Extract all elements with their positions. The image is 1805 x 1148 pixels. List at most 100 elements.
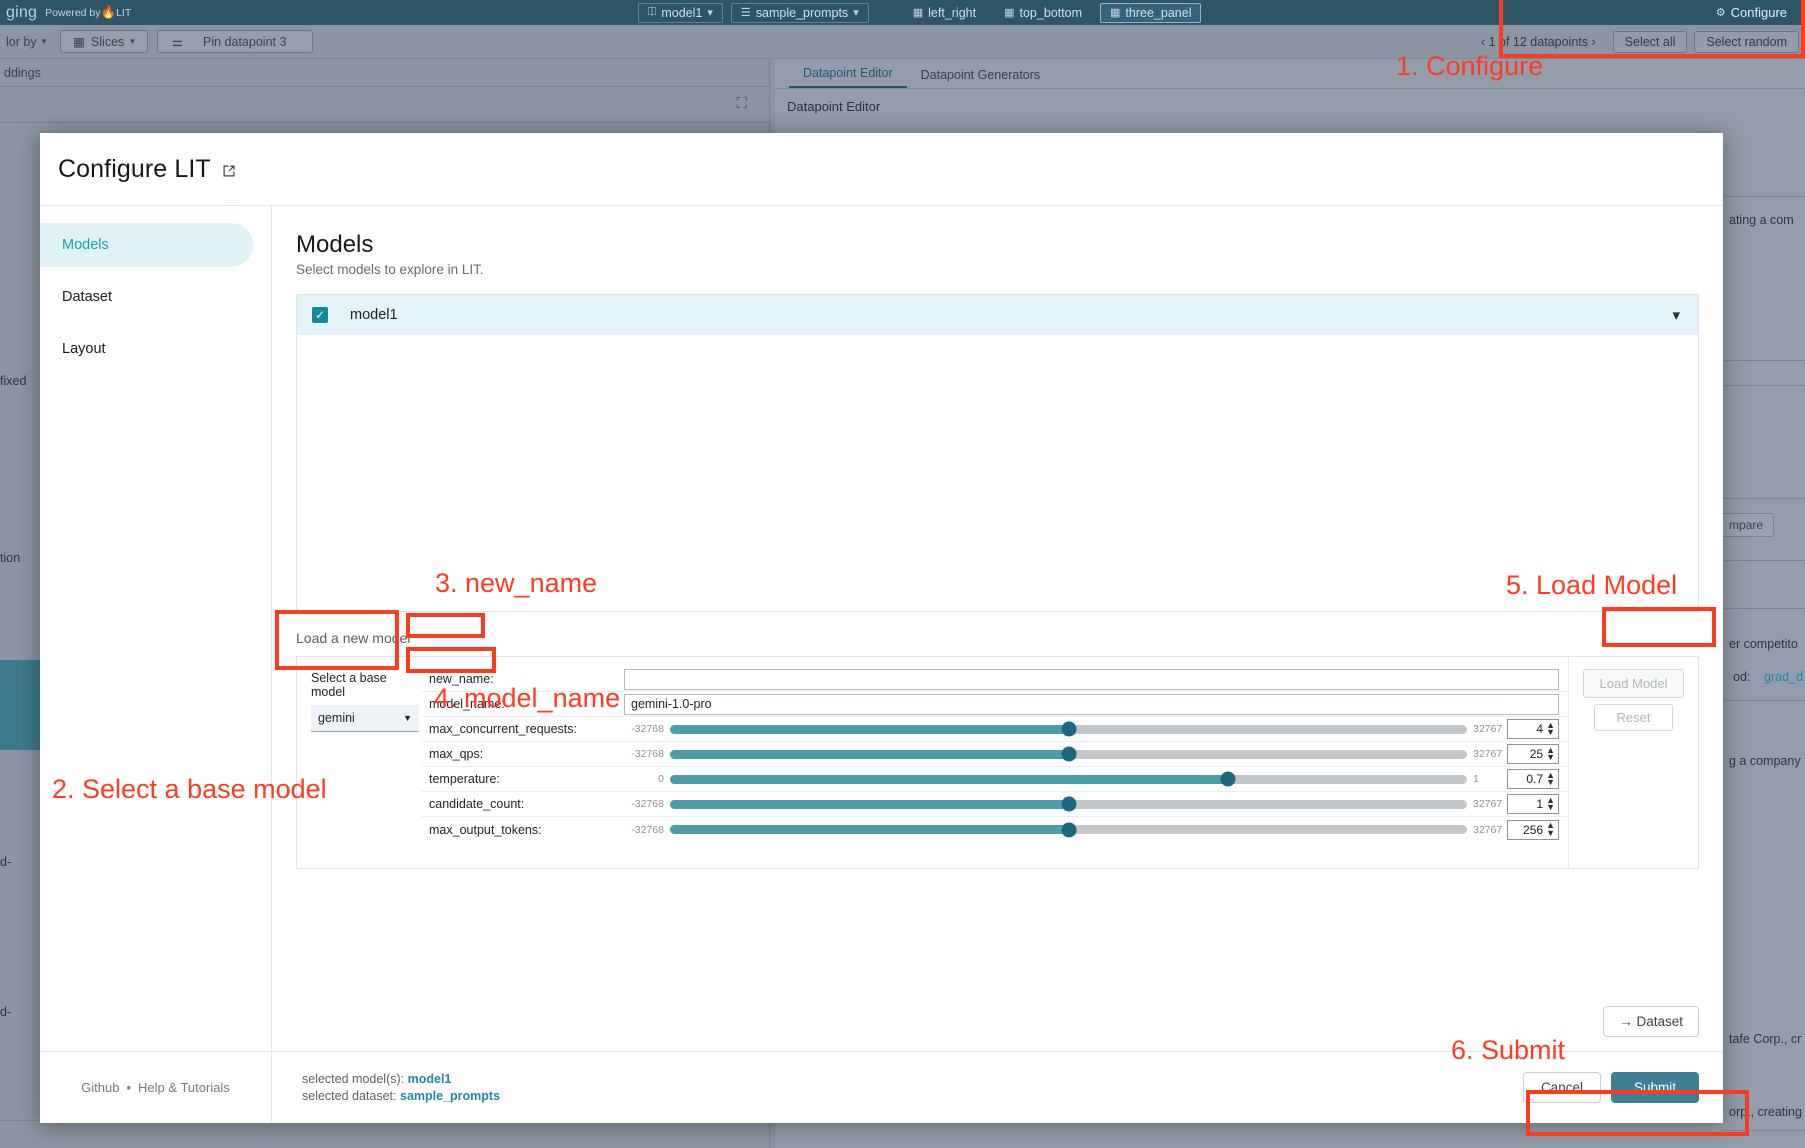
footer-links: Github • Help & Tutorials — [40, 1052, 272, 1123]
next-datapoint-button[interactable]: › — [1591, 35, 1595, 49]
slider-track[interactable] — [670, 750, 1467, 759]
layout-top-bottom-icon: ▦ — [1004, 6, 1014, 19]
slider-track[interactable] — [670, 800, 1467, 809]
model-checkbox[interactable]: ✓ — [312, 307, 328, 323]
reset-button[interactable]: Reset — [1594, 704, 1674, 731]
slider-control[interactable]: -32768 32767 — [624, 748, 1507, 760]
prev-datapoint-button[interactable]: ‹ — [1481, 35, 1485, 49]
field-row-max-output-tokens: max_output_tokens: -32768 32767 256 — [421, 817, 1568, 842]
selected-models-row: selected model(s): model1 — [302, 1071, 500, 1088]
bg-compare-button[interactable]: mpare — [1718, 513, 1774, 537]
model-selector-chip[interactable]: ⎅ model1 ▾ — [638, 3, 723, 23]
slider-track[interactable] — [670, 725, 1467, 734]
field-label: temperature: — [421, 772, 624, 786]
bg-divider — [1723, 498, 1805, 499]
top-toolbar: ging Powered by 🔥 LIT ⎅ model1 ▾ ☰ sampl… — [0, 0, 1805, 25]
layout-top-bottom-chip[interactable]: ▦ top_bottom — [994, 3, 1092, 23]
dialog-title: Configure LIT — [58, 155, 211, 184]
layout-left-right-chip[interactable]: ▦ left_right — [903, 3, 986, 23]
field-label: max_output_tokens: — [421, 823, 624, 837]
model-list-item[interactable]: ✓ model1 ▾ — [297, 295, 1698, 335]
layout-three-panel-label: three_panel — [1125, 6, 1191, 20]
max-qps-stepper[interactable]: 25 ▲▼ — [1507, 744, 1559, 764]
chevron-down-icon: ▾ — [42, 36, 47, 47]
select-all-button[interactable]: Select all — [1613, 31, 1688, 53]
bg-divider — [1723, 608, 1805, 609]
slider-max-label: 1 — [1473, 773, 1507, 785]
slider-control[interactable]: -32768 32767 — [624, 723, 1507, 735]
slices-button[interactable]: ▦ Slices ▾ — [60, 30, 148, 53]
external-link-icon[interactable] — [221, 163, 237, 179]
stepper-arrows-icon[interactable]: ▲▼ — [1546, 822, 1555, 837]
stepper-arrows-icon[interactable]: ▲▼ — [1546, 772, 1555, 787]
footer-separator: • — [126, 1080, 131, 1095]
sidebar-item-dataset[interactable]: Dataset — [40, 275, 253, 319]
bg-divider — [0, 1120, 40, 1121]
next-dataset-button[interactable]: → Dataset — [1603, 1006, 1699, 1037]
chevron-down-icon[interactable]: ▾ — [1672, 306, 1680, 324]
bg-fragment: er competito — [1729, 637, 1798, 651]
fullscreen-icon[interactable]: ⛶ — [736, 95, 747, 112]
sidebar-item-models[interactable]: Models — [40, 223, 253, 267]
pin-datapoint-button[interactable]: ⚌ Pin datapoint 3 — [157, 30, 314, 53]
model-icon: ⎅ — [648, 6, 657, 19]
github-link[interactable]: Github — [81, 1080, 119, 1095]
max-output-tokens-stepper[interactable]: 256 ▲▼ — [1507, 820, 1559, 840]
stepper-arrows-icon[interactable]: ▲▼ — [1546, 747, 1555, 762]
slider-thumb[interactable] — [1220, 772, 1235, 787]
select-random-button[interactable]: Select random — [1694, 31, 1799, 53]
bg-selected-row — [0, 660, 40, 750]
slider-track[interactable] — [670, 775, 1467, 784]
cancel-button[interactable]: Cancel — [1523, 1072, 1601, 1103]
base-model-select[interactable]: gemini ▼ — [311, 705, 419, 732]
bg-fragment: od: — [1733, 670, 1750, 684]
slider-fill — [670, 750, 1069, 759]
slider-min-label: -32768 — [624, 723, 664, 735]
bg-divider — [1723, 700, 1805, 701]
color-by-control[interactable]: lor by ▾ — [6, 35, 46, 49]
model-name-input[interactable]: gemini-1.0-pro — [624, 694, 1559, 715]
field-label: candidate_count: — [421, 797, 624, 811]
configure-label: Configure — [1731, 5, 1787, 20]
lit-label: LIT — [116, 7, 131, 19]
slider-thumb[interactable] — [1061, 722, 1076, 737]
bg-divider — [1723, 385, 1805, 386]
bg-fragment: tafe Corp., cr — [1729, 1032, 1801, 1046]
bg-divider — [1723, 560, 1805, 561]
slider-max-label: 32767 — [1473, 723, 1507, 735]
color-by-label: lor by — [6, 35, 37, 49]
tab-datapoint-editor[interactable]: Datapoint Editor — [789, 66, 907, 88]
stepper-arrows-icon[interactable]: ▲▼ — [1546, 722, 1555, 737]
help-tutorials-link[interactable]: Help & Tutorials — [138, 1080, 230, 1095]
field-row-candidate-count: candidate_count: -32768 32767 1 — [421, 792, 1568, 817]
slider-thumb[interactable] — [1061, 822, 1076, 837]
sidebar-item-layout[interactable]: Layout — [40, 327, 253, 371]
bg-fragment: d- — [0, 855, 11, 869]
slider-control[interactable]: -32768 32767 — [624, 798, 1507, 810]
new-name-input[interactable] — [624, 669, 1559, 690]
tab-datapoint-generators[interactable]: Datapoint Generators — [907, 68, 1055, 88]
slider-thumb[interactable] — [1061, 797, 1076, 812]
selected-models-label: selected model(s): — [302, 1072, 404, 1086]
slider-control[interactable]: -32768 32767 — [624, 824, 1507, 836]
temperature-stepper[interactable]: 0.7 ▲▼ — [1507, 769, 1559, 789]
annotation-step-2: 2. Select a base model — [52, 774, 327, 805]
slider-thumb[interactable] — [1061, 747, 1076, 762]
slider-track[interactable] — [670, 825, 1467, 834]
slider-fill — [670, 800, 1069, 809]
dialog-body: Models Dataset Layout Models Select mode… — [40, 206, 1723, 1051]
configure-button[interactable]: ⚙ Configure — [1708, 3, 1795, 22]
bg-fragment: g a company — [1729, 754, 1801, 768]
layout-three-panel-chip[interactable]: ▦ three_panel — [1100, 3, 1201, 23]
candidate-count-stepper[interactable]: 1 ▲▼ — [1507, 794, 1559, 814]
dataset-selector-chip[interactable]: ☰ sample_prompts ▾ — [731, 3, 869, 23]
selected-dataset-row: selected dataset: sample_prompts — [302, 1088, 500, 1105]
background-tabs: Datapoint Editor Datapoint Generators — [775, 59, 1805, 89]
stepper-arrows-icon[interactable]: ▲▼ — [1546, 797, 1555, 812]
max-concurrent-requests-stepper[interactable]: 4 ▲▼ — [1507, 719, 1559, 739]
slider-max-label: 32767 — [1473, 824, 1507, 836]
submit-button[interactable]: Submit — [1611, 1072, 1699, 1103]
slider-control[interactable]: 0 1 — [624, 773, 1507, 785]
slider-fill — [670, 725, 1069, 734]
load-model-button[interactable]: Load Model — [1583, 669, 1685, 698]
